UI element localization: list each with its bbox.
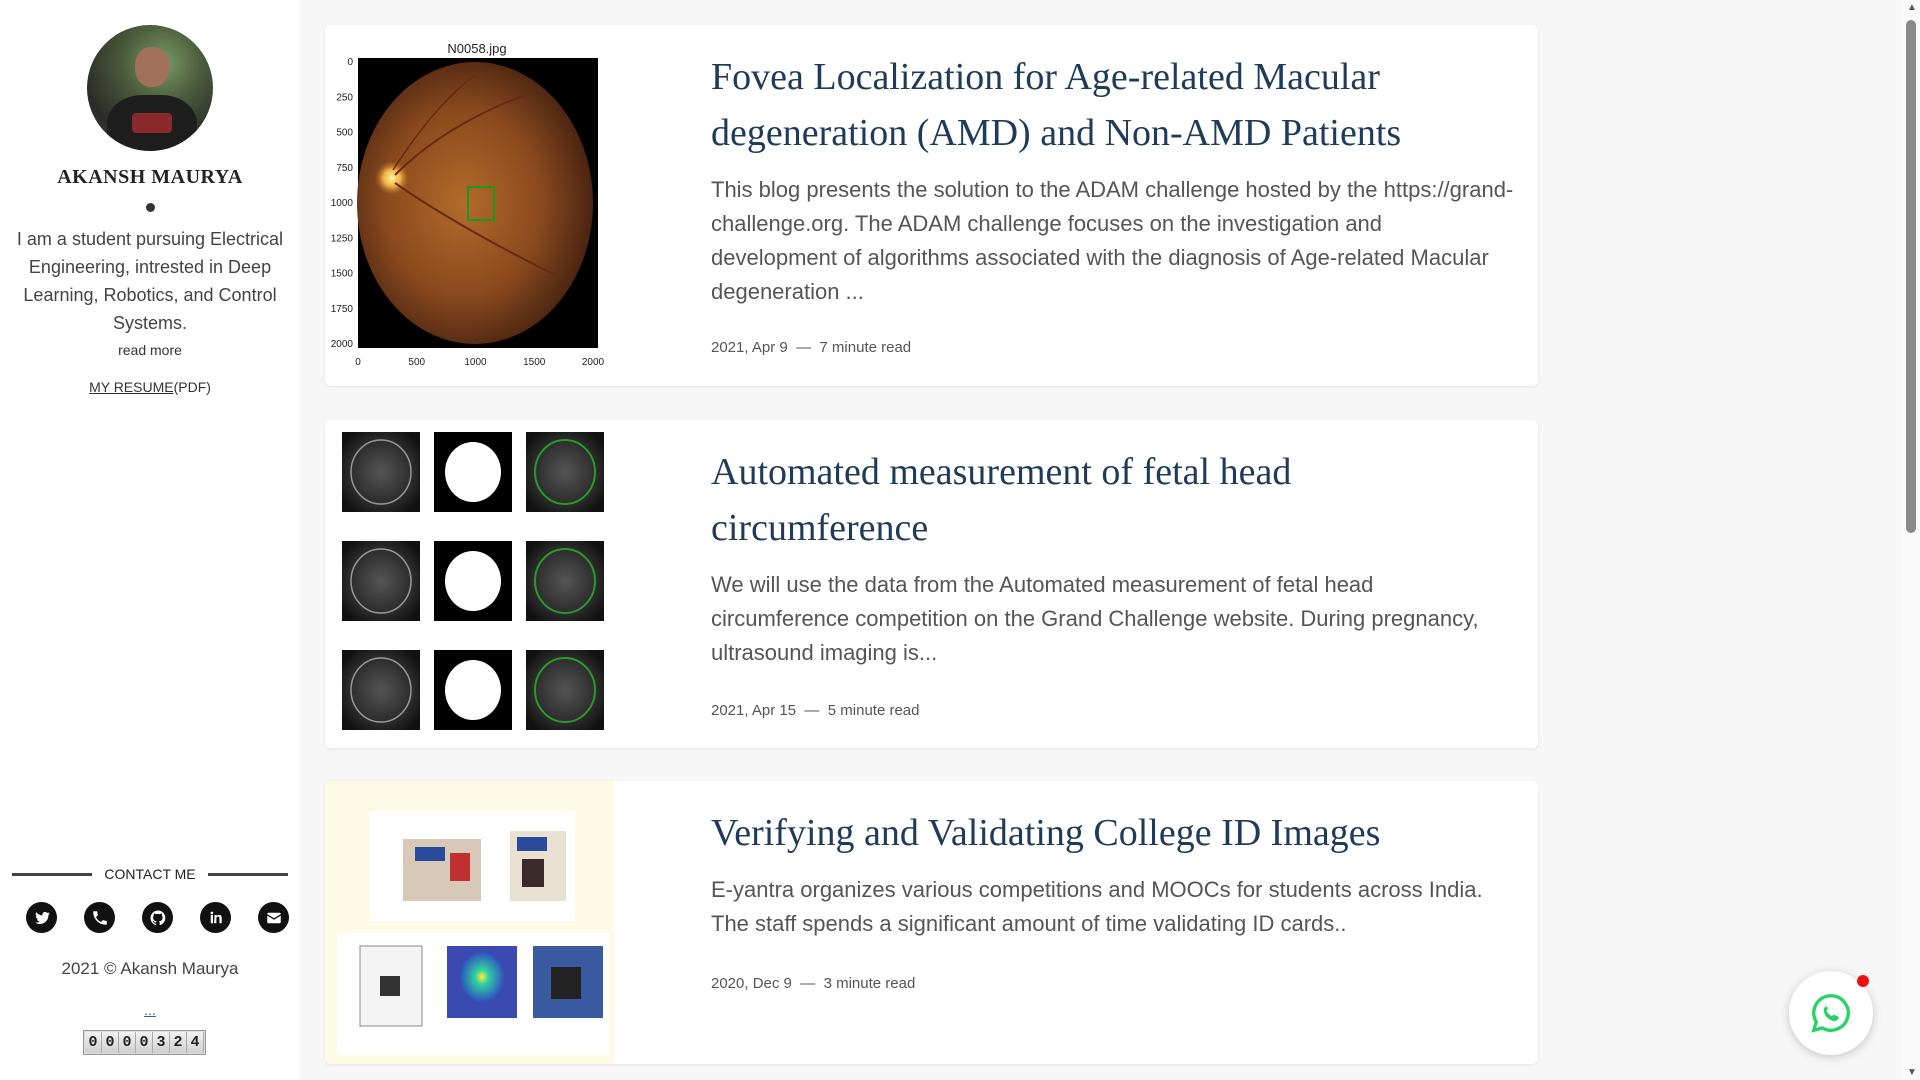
ultrasound-panel — [526, 432, 604, 512]
thumbnail-x-tick: 0 — [355, 357, 361, 368]
separator-dot — [146, 203, 155, 212]
meta-separator: — — [796, 339, 812, 356]
copyright: 2021 © Akansh Maurya — [61, 959, 239, 978]
post-thumbnail-id-cards[interactable] — [325, 781, 615, 1064]
page-scrollbar[interactable]: ▲ ▼ — [1902, 0, 1920, 1080]
read-more-link[interactable]: read more — [0, 342, 300, 358]
contact-divider-left — [12, 872, 93, 876]
post-thumbnail-ultrasound[interactable] — [325, 420, 615, 748]
post-read-time: 7 minute read — [819, 339, 912, 356]
post-read-time: 3 minute read — [823, 975, 916, 992]
thumbnail-y-tick: 750 — [336, 163, 353, 174]
post-date: 2020, Dec 9 — [711, 975, 792, 992]
thumbnail-y-tick: 500 — [336, 128, 353, 139]
contact-heading: CONTACT ME — [12, 866, 289, 882]
post-title[interactable]: Automated measurement of fetal head circ… — [711, 444, 1514, 556]
meta-separator: — — [804, 702, 820, 719]
counter-digit: 0 — [136, 1032, 153, 1053]
post-card[interactable]: Verifying and Validating College ID Imag… — [325, 781, 1538, 1064]
post-date: 2021, Apr 9 — [711, 339, 788, 356]
thumbnail-y-tick: 250 — [336, 92, 353, 103]
post-excerpt: E-yantra organizes various competitions … — [711, 877, 1483, 936]
counter-digit: 3 — [153, 1032, 170, 1053]
notification-badge — [1857, 975, 1869, 987]
post-body: Verifying and Validating College ID Imag… — [711, 805, 1514, 941]
author-name: AKANSH MAURYA — [57, 166, 243, 188]
scroll-up-arrow-icon[interactable]: ▲ — [1907, 2, 1917, 13]
avatar-face — [135, 47, 169, 87]
post-meta: 2021, Apr 15 — 5 minute read — [711, 702, 920, 719]
post-date: 2021, Apr 15 — [711, 702, 797, 719]
resume-suffix: (PDF) — [173, 379, 211, 395]
author-bio: I am a student pursuing Electrical Engin… — [16, 229, 284, 333]
avatar-shirt-print — [132, 113, 172, 133]
phone-icon[interactable] — [84, 902, 115, 933]
ultrasound-panel — [526, 541, 604, 621]
thumbnail-x-tick: 1000 — [464, 357, 487, 368]
post-body: Fovea Localization for Age-related Macul… — [711, 49, 1514, 309]
fundus-image — [357, 62, 593, 344]
thumbnail-y-tick: 2000 — [331, 339, 354, 350]
post-read-time: 5 minute read — [827, 702, 920, 719]
email-icon[interactable] — [258, 902, 289, 933]
post-thumbnail-fundus[interactable]: N0058.jpg 0 250 500 750 1000 1250 1500 1750 2000… — [325, 25, 615, 386]
thumbnail-y-tick: 1250 — [331, 233, 354, 244]
whatsapp-icon — [1811, 994, 1850, 1033]
visitor-counter: 0 0 0 0 3 2 4 — [83, 1030, 206, 1055]
post-title[interactable]: Fovea Localization for Age-related Macul… — [711, 49, 1514, 161]
post-excerpt: This blog presents the solution to the A… — [711, 177, 1514, 304]
counter-digit: 4 — [187, 1032, 204, 1053]
head-mask — [445, 660, 501, 720]
head-mask — [445, 442, 501, 502]
thumbnail-x-tick: 500 — [408, 357, 425, 368]
post-meta: 2020, Dec 9 — 3 minute read — [711, 975, 915, 992]
counter-digit: 0 — [119, 1032, 136, 1053]
github-icon[interactable] — [142, 902, 173, 933]
visitor-counter-link[interactable]: ... — [0, 1002, 300, 1018]
contact-heading-label: CONTACT ME — [104, 866, 196, 882]
thumbnail-y-tick: 1750 — [331, 304, 354, 315]
ultrasound-panel — [342, 541, 420, 621]
resume-line: MY RESUME(PDF) — [0, 379, 300, 395]
post-title[interactable]: Verifying and Validating College ID Imag… — [711, 805, 1514, 861]
avatar[interactable] — [87, 25, 213, 151]
scroll-down-arrow-icon[interactable]: ▼ — [1907, 1067, 1917, 1078]
post-meta: 2021, Apr 9 — 7 minute read — [711, 339, 911, 356]
post-excerpt: We will use the data from the Automated … — [711, 572, 1479, 665]
twitter-icon[interactable] — [26, 902, 57, 933]
counter-digit: 0 — [102, 1032, 119, 1053]
thumbnail-x-tick: 2000 — [582, 357, 605, 368]
thumbnail-y-tick: 1500 — [331, 269, 354, 280]
sidebar: AKANSH MAURYA I am a student pursuing El… — [0, 0, 300, 1080]
linkedin-icon[interactable] — [200, 902, 231, 933]
post-card[interactable]: Automated measurement of fetal head circ… — [325, 420, 1538, 748]
post-body: Automated measurement of fetal head circ… — [711, 444, 1514, 670]
counter-digit: 0 — [85, 1032, 102, 1053]
thumbnail-title: N0058.jpg — [447, 41, 506, 56]
post-card[interactable]: N0058.jpg 0 250 500 750 1000 1250 1500 1750 2000… — [325, 25, 1538, 386]
ultrasound-panel — [526, 650, 604, 730]
ultrasound-panel — [342, 650, 420, 730]
head-mask — [445, 551, 501, 611]
scrollbar-thumb[interactable] — [1906, 20, 1916, 533]
social-links — [26, 902, 289, 933]
ultrasound-panel — [342, 432, 420, 512]
resume-link[interactable]: MY RESUME — [89, 379, 174, 395]
thumbnail-y-tick: 1000 — [331, 198, 354, 209]
thumbnail-x-tick: 1500 — [523, 357, 546, 368]
thumbnail-y-tick: 0 — [347, 57, 353, 68]
meta-separator: — — [800, 975, 816, 992]
counter-digit: 2 — [170, 1032, 187, 1053]
contact-divider-right — [207, 872, 289, 876]
